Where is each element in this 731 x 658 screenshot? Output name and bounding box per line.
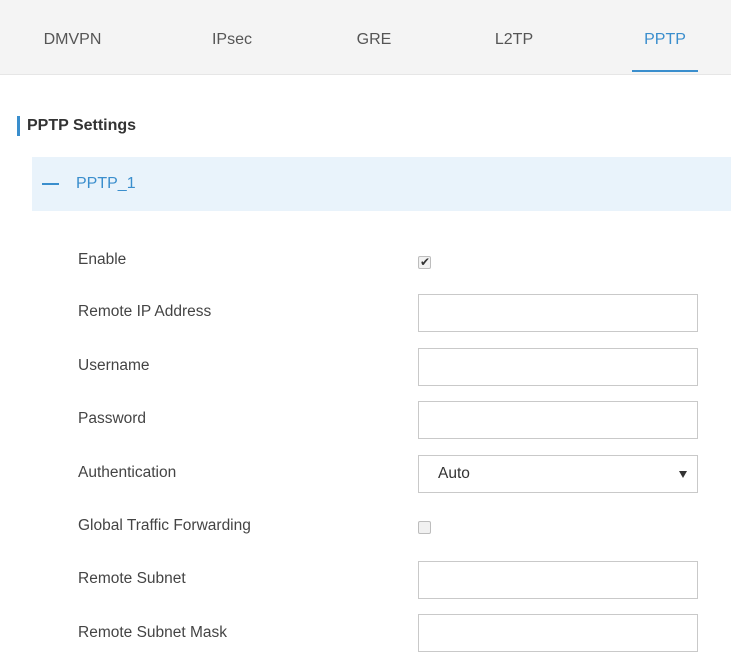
- tab-gre[interactable]: GRE: [350, 0, 398, 74]
- authentication-label: Authentication: [78, 464, 177, 481]
- remote-ip-input[interactable]: [418, 294, 698, 332]
- remote-subnet-input[interactable]: [418, 561, 698, 599]
- tab-ipsec[interactable]: IPsec: [204, 0, 260, 74]
- checkmark-icon: ✔: [420, 255, 431, 269]
- pptp-1-panel-header[interactable]: PPTP_1: [32, 157, 731, 211]
- username-input[interactable]: [418, 348, 698, 386]
- active-tab-indicator: [632, 70, 698, 72]
- enable-checkbox[interactable]: ✔: [418, 255, 431, 269]
- remote-subnet-mask-input[interactable]: [418, 614, 698, 652]
- password-input[interactable]: [418, 401, 698, 439]
- tab-dmvpn[interactable]: DMVPN: [36, 0, 109, 74]
- tab-label: GRE: [356, 31, 392, 48]
- tab-l2tp[interactable]: L2TP: [490, 0, 538, 74]
- tab-label: DMVPN: [43, 31, 102, 48]
- section-title: PPTP Settings: [17, 116, 136, 136]
- global-traffic-forwarding-label: Global Traffic Forwarding: [78, 517, 251, 534]
- remote-ip-label: Remote IP Address: [78, 303, 212, 320]
- password-label: Password: [78, 410, 147, 427]
- tab-pptp[interactable]: PPTP: [632, 0, 698, 74]
- tab-label: PPTP: [644, 31, 686, 48]
- enable-label: Enable: [78, 251, 127, 268]
- chevron-down-icon: [679, 471, 687, 478]
- remote-subnet-mask-label: Remote Subnet Mask: [78, 624, 228, 641]
- tab-label: L2TP: [494, 31, 534, 48]
- tab-bar: DMVPN IPsec GRE L2TP PPTP: [0, 0, 731, 75]
- authentication-value: Auto: [438, 465, 470, 482]
- username-label: Username: [78, 357, 150, 374]
- collapse-icon[interactable]: [42, 183, 59, 185]
- tab-label: IPsec: [211, 31, 252, 48]
- authentication-select[interactable]: Auto: [418, 455, 698, 493]
- global-traffic-forwarding-checkbox[interactable]: [418, 521, 431, 534]
- remote-subnet-label: Remote Subnet: [78, 570, 186, 587]
- panel-title: PPTP_1: [76, 175, 136, 192]
